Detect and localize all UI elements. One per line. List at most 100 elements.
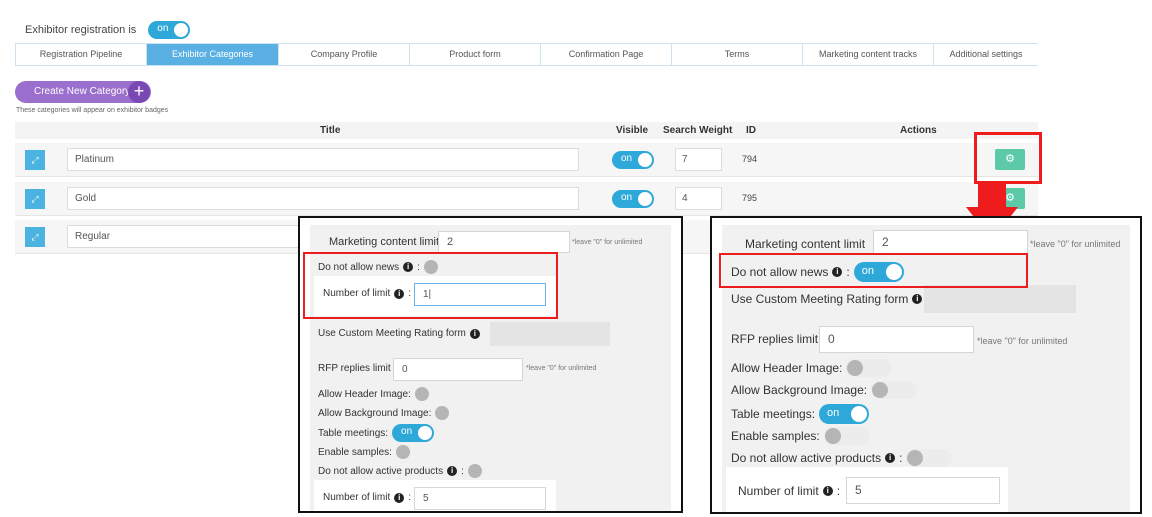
table-meetings-label: Table meetings: bbox=[731, 407, 816, 421]
header-image-row: Allow Header Image: bbox=[731, 359, 893, 377]
header-id: ID bbox=[746, 125, 756, 136]
table-meetings-toggle[interactable]: on bbox=[819, 404, 870, 424]
tab-exhibitor-categories[interactable]: Exhibitor Categories bbox=[146, 44, 278, 65]
products-limit-label: Number of limit bbox=[323, 492, 391, 503]
expand-icon[interactable]: ⤢ bbox=[25, 189, 45, 209]
news-highlight-right bbox=[719, 253, 1028, 288]
info-icon: i bbox=[394, 492, 405, 503]
badge-hint: These categories will appear on exhibito… bbox=[16, 107, 169, 114]
table-row: ⤢ Platinum on 7 794 ⚙ bbox=[15, 143, 1038, 177]
rating-label: Use Custom Meeting Rating form bbox=[318, 328, 466, 339]
active-products-row: Do not allow active products i : bbox=[318, 464, 482, 478]
header-actions: Actions bbox=[900, 125, 937, 136]
search-weight-input[interactable]: 7 bbox=[675, 148, 722, 171]
expand-icon[interactable]: ⤢ bbox=[25, 227, 45, 247]
expand-icon[interactable]: ⤢ bbox=[25, 150, 45, 170]
settings-tabs: Registration Pipeline Exhibitor Categori… bbox=[15, 43, 1038, 66]
info-icon: i bbox=[469, 328, 480, 339]
registration-toggle[interactable]: on bbox=[148, 21, 191, 39]
rating-row: Use Custom Meeting Rating form i bbox=[731, 292, 923, 306]
registration-label: Exhibitor registration is bbox=[25, 24, 137, 36]
header-image-label: Allow Header Image: bbox=[731, 361, 843, 375]
header-image-row: Allow Header Image: bbox=[318, 387, 429, 401]
products-limit-label: Number of limit bbox=[738, 484, 819, 498]
tab-company-profile[interactable]: Company Profile bbox=[278, 44, 409, 65]
table-meetings-row: Table meetings: on bbox=[731, 404, 870, 424]
arrow-shaft bbox=[978, 181, 1006, 208]
create-category-label: Create New Category bbox=[34, 86, 131, 97]
marketing-limit-label: Marketing content limit bbox=[329, 236, 440, 248]
header-title: Title bbox=[320, 125, 341, 136]
active-products-row: Do not allow active products i : bbox=[731, 449, 953, 467]
marketing-limit-hint: *leave "0" for unlimited bbox=[572, 239, 643, 246]
rating-row: Use Custom Meeting Rating form i bbox=[318, 328, 480, 339]
active-products-label: Do not allow active products bbox=[318, 465, 444, 477]
tab-confirmation-page[interactable]: Confirmation Page bbox=[540, 44, 671, 65]
tab-additional-settings[interactable]: Additional settings bbox=[933, 44, 1038, 65]
visible-toggle[interactable]: on bbox=[612, 151, 654, 169]
samples-row: Enable samples: bbox=[318, 445, 410, 459]
marketing-limit-input[interactable]: 2 bbox=[438, 231, 570, 253]
rfp-hint: *leave "0" for unlimited bbox=[977, 336, 1068, 346]
rating-label: Use Custom Meeting Rating form bbox=[731, 292, 909, 306]
tab-marketing-content-tracks[interactable]: Marketing content tracks bbox=[802, 44, 933, 65]
samples-row: Enable samples: bbox=[731, 427, 870, 445]
samples-toggle[interactable] bbox=[395, 445, 410, 459]
info-icon: i bbox=[822, 486, 833, 496]
plus-icon: + bbox=[128, 81, 150, 103]
background-image-toggle[interactable] bbox=[435, 406, 450, 420]
background-image-label: Allow Background Image: bbox=[318, 407, 432, 419]
info-icon: i bbox=[912, 294, 923, 304]
gear-highlight bbox=[974, 132, 1042, 184]
header-image-label: Allow Header Image: bbox=[318, 388, 411, 400]
tab-registration-pipeline[interactable]: Registration Pipeline bbox=[15, 44, 146, 65]
products-limit-input[interactable]: 5 bbox=[846, 477, 1000, 504]
table-meetings-row: Table meetings: on bbox=[318, 424, 435, 442]
category-title-input[interactable]: Platinum bbox=[67, 148, 579, 171]
rfp-input[interactable]: 0 bbox=[393, 358, 523, 381]
category-title-input[interactable]: Gold bbox=[67, 187, 579, 210]
background-image-label: Allow Background Image: bbox=[731, 383, 868, 397]
category-title-input[interactable]: Regular bbox=[67, 225, 307, 248]
category-id: 794 bbox=[742, 154, 758, 164]
visible-toggle[interactable]: on bbox=[612, 190, 654, 208]
header-search-weight: Search Weight bbox=[663, 125, 733, 136]
info-icon: i bbox=[447, 466, 458, 476]
category-id: 795 bbox=[742, 193, 758, 203]
create-category-button[interactable]: Create New Category + bbox=[15, 81, 151, 103]
background-image-row: Allow Background Image: bbox=[731, 381, 918, 399]
registration-row: Exhibitor registration is on bbox=[25, 21, 191, 39]
header-image-toggle[interactable] bbox=[414, 387, 429, 401]
active-products-toggle[interactable] bbox=[906, 449, 953, 467]
samples-label: Enable samples: bbox=[318, 446, 392, 458]
background-image-row: Allow Background Image: bbox=[318, 406, 450, 420]
news-highlight-left bbox=[303, 252, 558, 319]
samples-label: Enable samples: bbox=[731, 429, 820, 443]
rfp-input[interactable]: 0 bbox=[819, 326, 974, 353]
table-header: Title Visible Search Weight ID Actions bbox=[15, 122, 1038, 139]
rfp-label: RFP replies limit bbox=[318, 363, 391, 374]
header-visible: Visible bbox=[616, 125, 649, 136]
table-meetings-toggle[interactable]: on bbox=[392, 424, 435, 442]
table-meetings-label: Table meetings: bbox=[318, 427, 389, 439]
rating-select[interactable] bbox=[924, 285, 1076, 313]
products-limit-row: Number of limit i : bbox=[738, 484, 841, 498]
tab-product-form[interactable]: Product form bbox=[409, 44, 540, 65]
background-image-toggle[interactable] bbox=[871, 381, 918, 399]
samples-toggle[interactable] bbox=[823, 427, 870, 445]
rfp-hint: *leave "0" for unlimited bbox=[526, 365, 597, 372]
rating-select[interactable] bbox=[490, 322, 610, 346]
products-limit-input[interactable]: 5 bbox=[414, 487, 546, 510]
rfp-label: RFP replies limit bbox=[731, 332, 819, 346]
marketing-limit-hint: *leave "0" for unlimited bbox=[1030, 239, 1121, 249]
marketing-limit-input[interactable]: 2 bbox=[873, 230, 1028, 255]
table-row: ⤢ Gold on 4 795 ⚙ bbox=[15, 182, 1038, 216]
active-products-label: Do not allow active products bbox=[731, 451, 882, 465]
tab-terms[interactable]: Terms bbox=[671, 44, 802, 65]
active-products-toggle[interactable] bbox=[467, 464, 482, 478]
info-icon: i bbox=[885, 453, 896, 463]
search-weight-input[interactable]: 4 bbox=[675, 187, 722, 210]
header-image-toggle[interactable] bbox=[846, 359, 893, 377]
marketing-limit-label: Marketing content limit bbox=[745, 237, 866, 251]
products-limit-row: Number of limit i : bbox=[323, 492, 412, 503]
